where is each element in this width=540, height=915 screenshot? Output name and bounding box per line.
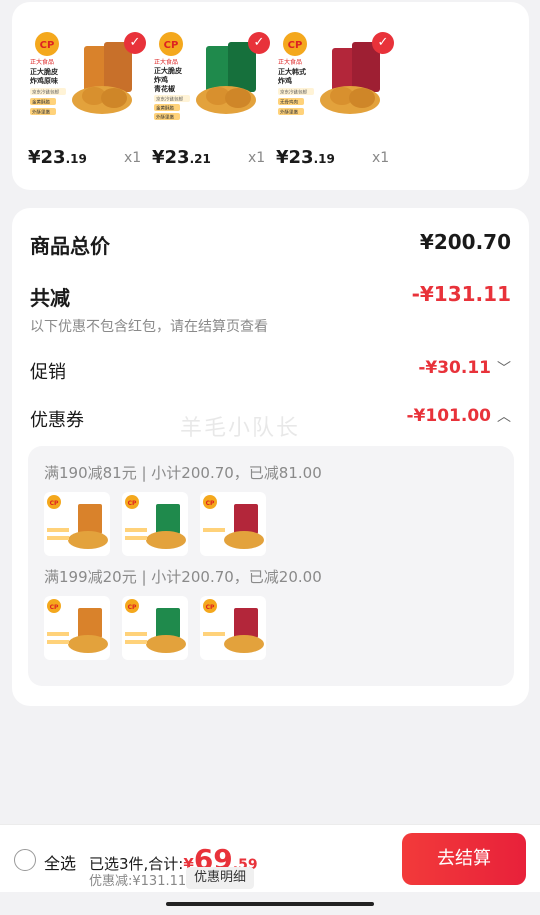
product-price: ¥23.19 xyxy=(276,147,335,168)
checkbox-checked-icon[interactable]: ✓ xyxy=(372,32,394,54)
product-qty: x1 xyxy=(372,150,390,166)
total-row: 商品总价 ¥200.70 xyxy=(30,230,511,260)
coupon-detail-panel: 满190减81元 | 小计200.70，已减81.00 CP CP CP 满19… xyxy=(28,446,514,686)
svg-text:金黄酥脆: 金黄酥脆 xyxy=(156,105,174,112)
product-qty: x1 xyxy=(248,150,266,166)
product-card: CP 正大食品 正大脆皮 炸鸡原味 京东冷链包邮 金黄酥脆 外酥里嫩 ✓ ¥23… xyxy=(12,2,529,190)
svg-text:炸鸡: 炸鸡 xyxy=(154,75,168,84)
select-all-radio[interactable] xyxy=(14,849,36,871)
coupon-product-thumb: CP xyxy=(122,596,188,660)
svg-text:正大食品: 正大食品 xyxy=(154,58,178,66)
svg-text:CP: CP xyxy=(50,500,59,507)
coupon-product-thumb: CP xyxy=(122,492,188,556)
coupon-product-thumb: CP xyxy=(44,596,110,660)
svg-text:炸鸡原味: 炸鸡原味 xyxy=(30,76,58,85)
svg-text:CP: CP xyxy=(164,40,179,51)
coupon-line: 满190减81元 | 小计200.70，已减81.00 xyxy=(44,464,322,482)
svg-text:CP: CP xyxy=(206,500,215,507)
svg-text:青花椒: 青花椒 xyxy=(154,84,175,93)
coupon-line: 满199减20元 | 小计200.70，已减20.00 xyxy=(44,568,322,586)
svg-text:CP: CP xyxy=(40,40,55,51)
checkbox-checked-icon[interactable]: ✓ xyxy=(124,32,146,54)
promo-row[interactable]: 促销 -¥30.11 ﹀ xyxy=(30,358,511,386)
discount-detail-button[interactable]: 优惠明细 xyxy=(186,867,254,889)
product-item[interactable]: CP 正大食品 正大韩式 炸鸡 京东冷链包邮 无骨鸡肉 外酥里嫩 ✓ ¥23.1… xyxy=(276,26,394,168)
checkbox-checked-icon[interactable]: ✓ xyxy=(248,32,270,54)
total-label: 商品总价 xyxy=(30,234,110,258)
home-indicator xyxy=(166,902,374,906)
svg-text:外酥里嫩: 外酥里嫩 xyxy=(32,109,50,116)
svg-text:CP: CP xyxy=(50,604,59,611)
reduce-label: 共减 xyxy=(30,286,70,310)
product-price: ¥23.19 xyxy=(28,147,87,168)
price-summary-card: 商品总价 ¥200.70 共减 -¥131.11 以下优惠不包含红包，请在结算页… xyxy=(12,208,529,706)
promo-label: 促销 xyxy=(30,362,66,383)
reduce-note: 以下优惠不包含红包，请在结算页查看 xyxy=(30,319,268,335)
product-item[interactable]: CP 正大食品 正大脆皮 炸鸡 青花椒 京东冷链包邮 金黄酥脆 外酥里嫩 ✓ ¥… xyxy=(152,26,270,168)
coupon-product-thumb: CP xyxy=(200,492,266,556)
svg-text:CP: CP xyxy=(128,500,137,507)
svg-text:CP: CP xyxy=(206,604,215,611)
select-all-label[interactable]: 全选 xyxy=(44,850,76,874)
svg-text:正大脆皮: 正大脆皮 xyxy=(154,66,182,75)
svg-text:外酥里嫩: 外酥里嫩 xyxy=(280,109,298,116)
watermark: 羊毛小队长 xyxy=(180,416,301,441)
svg-text:金黄酥脆: 金黄酥脆 xyxy=(32,99,50,106)
total-value: ¥200.70 xyxy=(419,230,511,254)
product-item[interactable]: CP 正大食品 正大脆皮 炸鸡原味 京东冷链包邮 金黄酥脆 外酥里嫩 ✓ ¥23… xyxy=(28,26,146,168)
svg-text:CP: CP xyxy=(128,604,137,611)
product-price: ¥23.21 xyxy=(152,147,211,168)
chevron-down-icon[interactable]: ﹀ xyxy=(497,358,511,378)
svg-text:京东冷链包邮: 京东冷链包邮 xyxy=(32,89,59,96)
checkout-button[interactable]: 去结算 xyxy=(402,833,526,885)
discount-text: 优惠减:¥131.11 xyxy=(89,874,187,889)
checkout-bar: 全选 已选3件,合计:¥69.59 优惠减:¥131.11 优惠明细 去结算 xyxy=(0,824,540,892)
chevron-up-icon[interactable]: ︿ xyxy=(497,406,511,426)
svg-text:炸鸡: 炸鸡 xyxy=(278,76,292,85)
coupon-product-thumb: CP xyxy=(44,492,110,556)
svg-text:正大韩式: 正大韩式 xyxy=(278,67,306,76)
coupon-value: -¥101.00 xyxy=(406,406,492,426)
brand-text: 正大食品 xyxy=(30,58,54,66)
reduce-row: 共减 -¥131.11 xyxy=(30,282,511,312)
svg-text:京东冷链包邮: 京东冷链包邮 xyxy=(156,96,183,103)
reduce-value: -¥131.11 xyxy=(411,282,511,306)
promo-value: -¥30.11 xyxy=(418,358,491,378)
svg-text:正大脆皮: 正大脆皮 xyxy=(30,67,58,76)
svg-text:无骨鸡肉: 无骨鸡肉 xyxy=(280,99,298,106)
coupon-label: 优惠券 xyxy=(30,410,84,431)
coupon-product-thumb: CP xyxy=(200,596,266,660)
svg-text:正大食品: 正大食品 xyxy=(278,58,302,66)
product-qty: x1 xyxy=(124,150,142,166)
svg-text:外酥里嫩: 外酥里嫩 xyxy=(156,114,174,121)
svg-text:CP: CP xyxy=(288,40,303,51)
svg-text:京东冷链包邮: 京东冷链包邮 xyxy=(280,89,307,96)
